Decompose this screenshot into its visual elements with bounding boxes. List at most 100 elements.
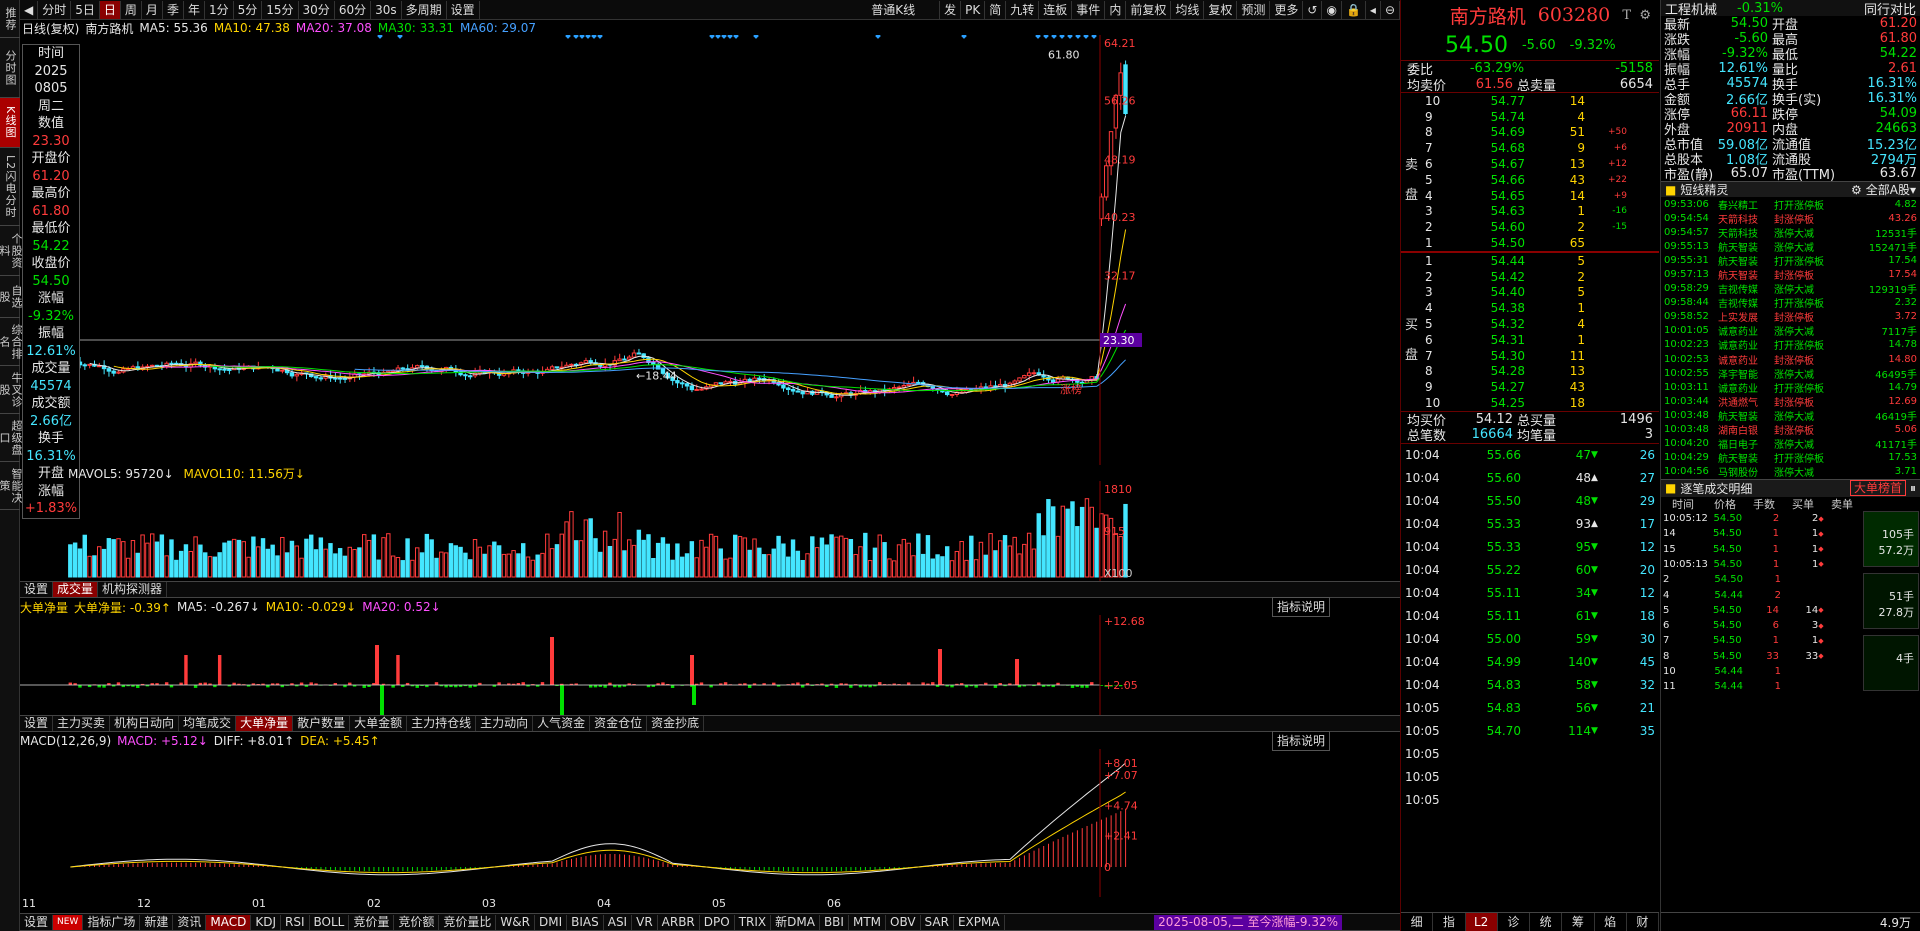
sell-row[interactable]: 5 54.66 43 +22 xyxy=(1401,172,1659,188)
big-order-rank-button[interactable]: 大单榜首 xyxy=(1849,480,1906,497)
ddj-tab-0[interactable]: 设置 xyxy=(20,716,54,731)
news-list[interactable]: 09:53:06 春兴精工 打开涨停板 4.82 09:54:54 天箭科技 封涨停板 43.… xyxy=(1661,197,1920,480)
tick-row[interactable]: 10:05 xyxy=(1401,743,1659,766)
toolbar-btn-9[interactable]: 均线 xyxy=(1171,0,1205,19)
sell-row[interactable]: 3 54.63 1 -16 xyxy=(1401,204,1659,220)
news-filter-chevron-icon[interactable]: ▾ xyxy=(1910,183,1916,197)
deal-row[interactable]: 10:05:13 54.50 1 1 ◆ xyxy=(1661,557,1861,572)
tick-row[interactable]: 10:04 54.99 140 ▼ 45 xyxy=(1401,651,1659,674)
indicator-tab-11[interactable]: 竞价量比 xyxy=(439,914,497,930)
toolbar-btn-5[interactable]: 连板 xyxy=(1039,0,1073,19)
buy-row[interactable]: 1 54.44 5 xyxy=(1401,253,1659,269)
buy-row[interactable]: 4 54.38 1 xyxy=(1401,300,1659,316)
news-row[interactable]: 09:57:13 航天智装 封涨停板 17.54 xyxy=(1661,267,1920,282)
indicator-tab-13[interactable]: DMI xyxy=(535,914,568,930)
news-row[interactable]: 10:01:05 诚意药业 涨停大减 7117手 xyxy=(1661,324,1920,338)
close-icon[interactable]: ⊖ xyxy=(1381,0,1400,19)
macd-indicator-help-button[interactable]: 指标说明 xyxy=(1271,731,1330,751)
sell-row[interactable]: 9 54.74 4 xyxy=(1401,109,1659,125)
ddj-tab-8[interactable]: 主力动向 xyxy=(476,716,534,731)
indicator-tab-9[interactable]: 竞价量 xyxy=(349,914,395,930)
tick-row[interactable]: 10:05 xyxy=(1401,766,1659,789)
period-tab-6[interactable]: 年 xyxy=(184,0,205,19)
toolbar-btn-4[interactable]: 九转 xyxy=(1006,0,1040,19)
tag-icon[interactable]: T xyxy=(1622,8,1631,23)
news-filter-select[interactable]: 全部A股 xyxy=(1866,181,1910,198)
news-row[interactable]: 10:03:48 湖南白银 封涨停板 5.06 xyxy=(1661,423,1920,437)
quote-tab-3[interactable]: 诊 xyxy=(1498,913,1530,931)
period-tab-10[interactable]: 30分 xyxy=(299,0,335,19)
tick-row[interactable]: 10:04 55.11 34 ▼ 12 xyxy=(1401,582,1659,605)
news-row[interactable]: 10:04:56 马钢股份 涨停大减 3.71 xyxy=(1661,465,1920,479)
toolbar-btn-7[interactable]: 内 xyxy=(1105,0,1127,19)
indicator-tab-8[interactable]: BOLL xyxy=(310,914,350,930)
ddj-tab-2[interactable]: 机构日动向 xyxy=(110,716,180,731)
quote-tab-1[interactable]: 指 xyxy=(1433,913,1466,931)
deal-row[interactable]: 4 54.44 2 xyxy=(1661,587,1861,602)
news-row[interactable]: 09:54:57 天箭科技 涨停大减 12531手 xyxy=(1661,225,1920,240)
news-row[interactable]: 10:03:48 航天智装 涨停大减 46419手 xyxy=(1661,408,1920,423)
indicator-tab-15[interactable]: ASI xyxy=(604,914,633,930)
buy-row[interactable]: 6 54.31 1 xyxy=(1401,332,1659,348)
left-nav-8[interactable]: 超级盘口 xyxy=(0,414,23,462)
ddj-indicator-help-button[interactable]: 指标说明 xyxy=(1271,597,1330,617)
ddj-tab-4[interactable]: 大单净量 xyxy=(236,716,294,731)
sell-row[interactable]: 4 54.65 14 +9 xyxy=(1401,188,1659,204)
indicator-tab-4[interactable]: 资讯 xyxy=(173,914,207,930)
ddj-tab-3[interactable]: 均笔成交 xyxy=(179,716,237,731)
left-nav-0[interactable]: 推荐 xyxy=(0,0,20,38)
news-row[interactable]: 09:55:13 航天智装 涨停大减 152471手 xyxy=(1661,239,1920,254)
indicator-tab-3[interactable]: 新建 xyxy=(140,914,174,930)
deal-list[interactable]: 10:05:12 54.50 2 2 ◆ 14 54.50 1 1 ◆ 15 54.50 1 1 ◆ 10:0… xyxy=(1661,511,1861,695)
news-row[interactable]: 09:58:52 上实发展 封涨停板 3.72 xyxy=(1661,310,1920,324)
settings-icon[interactable]: ⚙ xyxy=(1639,8,1651,23)
news-row[interactable]: 09:58:44 吉视传媒 打开涨停板 2.32 xyxy=(1661,296,1920,310)
eye-icon[interactable]: ◉ xyxy=(1322,0,1342,19)
period-tab-8[interactable]: 5分 xyxy=(234,0,263,19)
indicator-tab-23[interactable]: OBV xyxy=(886,914,921,930)
ddj-tab-7[interactable]: 主力持仓线 xyxy=(407,716,477,731)
news-row[interactable]: 09:58:29 吉视传媒 涨停大减 129319手 xyxy=(1661,282,1920,296)
toolbar-btn-8[interactable]: 前复权 xyxy=(1126,0,1172,19)
ddj-tab-9[interactable]: 人气资金 xyxy=(533,716,591,731)
peer-compare-link[interactable]: 同行对比 xyxy=(1864,0,1916,18)
toolbar-btn-1[interactable]: 发 xyxy=(940,0,962,19)
left-nav-9[interactable]: 智能决策 xyxy=(0,462,23,510)
news-row[interactable]: 10:02:55 泽宇智能 涨停大减 46495手 xyxy=(1661,366,1920,381)
volume-tab-2[interactable]: 机构探测器 xyxy=(98,582,168,597)
buy-row[interactable]: 3 54.40 5 xyxy=(1401,285,1659,301)
quote-tab-7[interactable]: 财 xyxy=(1627,913,1659,931)
indicator-tab-21[interactable]: BBI xyxy=(820,914,849,930)
tick-row[interactable]: 10:04 55.66 47 ▼ 26 xyxy=(1401,444,1659,467)
toolbar-btn-3[interactable]: 简 xyxy=(985,0,1007,19)
period-tab-5[interactable]: 季 xyxy=(163,0,184,19)
indicator-tab-1[interactable]: NEW xyxy=(53,914,84,930)
toolbar-btn-0[interactable]: 普通K线 xyxy=(867,0,941,19)
indicator-tab-22[interactable]: MTM xyxy=(849,914,887,930)
sell-row[interactable]: 8 54.69 51 +50 xyxy=(1401,125,1659,141)
deal-row[interactable]: 5 54.50 14 14 ◆ xyxy=(1661,603,1861,618)
left-nav-6[interactable]: 综合排名 xyxy=(0,318,23,366)
tick-row[interactable]: 10:04 55.33 93 ▲ 17 xyxy=(1401,513,1659,536)
indicator-tab-18[interactable]: DPO xyxy=(700,914,735,930)
news-row[interactable]: 10:04:29 航天智装 打开涨停板 17.53 xyxy=(1661,451,1920,465)
deal-row[interactable]: 14 54.50 1 1 ◆ xyxy=(1661,526,1861,541)
tick-list[interactable]: 10:04 55.66 47 ▼ 26 10:04 55.60 48 ▲ 27 10:04 55.50… xyxy=(1401,442,1659,812)
indicator-tab-7[interactable]: RSI xyxy=(281,914,310,930)
toolbar-btn-2[interactable]: PK xyxy=(961,0,986,19)
tick-row[interactable]: 10:05 xyxy=(1401,789,1659,812)
deal-row[interactable]: 8 54.50 33 33 ◆ xyxy=(1661,649,1861,664)
period-tab-12[interactable]: 30s xyxy=(371,0,402,19)
news-row[interactable]: 09:55:31 航天智装 打开涨停板 17.54 xyxy=(1661,253,1920,268)
quote-tab-6[interactable]: 焰 xyxy=(1595,913,1627,931)
ddj-tab-6[interactable]: 大单金额 xyxy=(350,716,408,731)
toolbar-btn-10[interactable]: 复权 xyxy=(1204,0,1238,19)
volume-tab-0[interactable]: 设置 xyxy=(20,582,54,597)
tick-row[interactable]: 10:05 54.83 56 ▼ 21 xyxy=(1401,697,1659,720)
kline-chart[interactable]: 日线(复权) 南方路机 MA5: 55.36 MA10: 47.38 MA20: 3… xyxy=(20,20,1400,465)
deal-row[interactable]: 11 54.44 1 xyxy=(1661,679,1861,694)
indicator-tab-6[interactable]: KDJ xyxy=(251,914,282,930)
buy-row[interactable]: 10 54.25 18 xyxy=(1401,395,1659,411)
quote-tab-2[interactable]: L2 xyxy=(1465,913,1498,931)
news-row[interactable]: 10:02:53 诚意药业 封涨停板 14.80 xyxy=(1661,352,1920,367)
